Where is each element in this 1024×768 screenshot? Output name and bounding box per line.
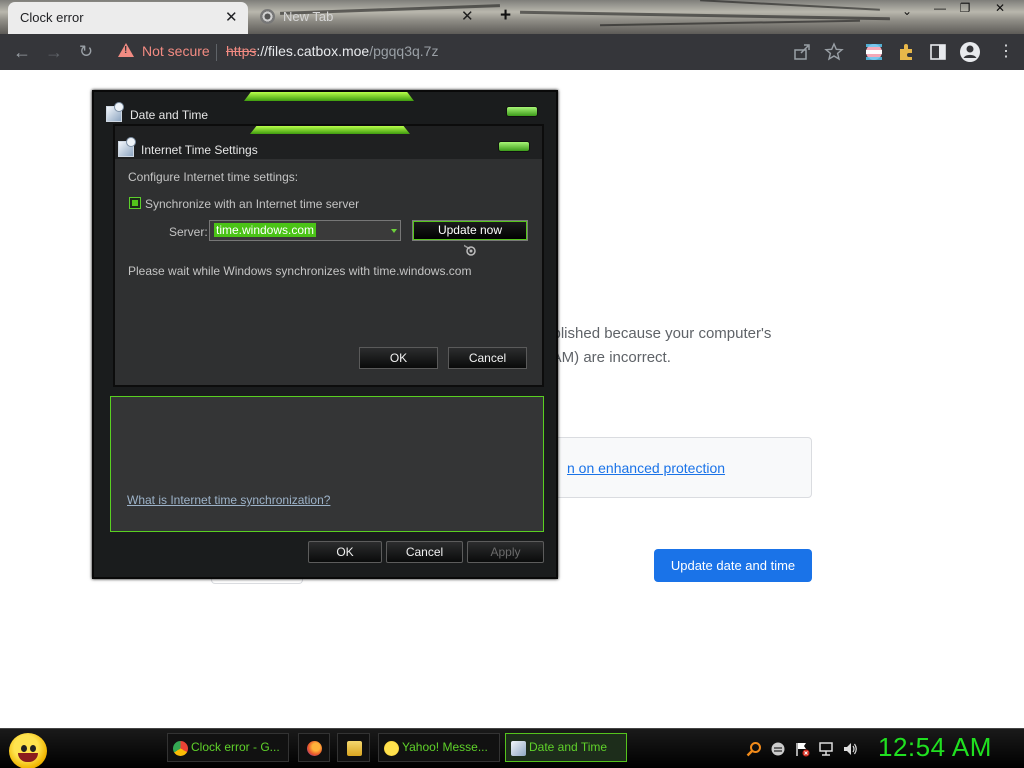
ok-button[interactable]: OK: [359, 347, 438, 369]
folder-icon: [347, 741, 362, 756]
cancel-button[interactable]: Cancel: [386, 541, 463, 563]
url-scheme: https: [226, 43, 257, 59]
tab-title: New Tab: [283, 9, 334, 24]
taskbar-item-chrome[interactable]: Clock error - G...: [167, 733, 289, 762]
divider: [216, 44, 217, 61]
window-close-icon[interactable]: ✕: [988, 1, 1012, 17]
new-tab-plus-icon[interactable]: +: [500, 5, 511, 27]
profile-flag-icon[interactable]: [864, 42, 884, 62]
tab-new-tab[interactable]: New Tab ✕: [252, 4, 488, 32]
enhanced-protection-box: n on enhanced protection: [540, 437, 812, 498]
internet-time-help-link[interactable]: What is Internet time synchronization?: [127, 493, 330, 507]
restore-icon[interactable]: ❐: [953, 1, 977, 17]
clock-calendar-icon: [106, 102, 124, 122]
reload-icon[interactable]: ↻: [75, 41, 97, 63]
error-text-line-2: 5 AM) are incorrect.: [540, 349, 671, 366]
configure-heading: Configure Internet time settings:: [128, 170, 299, 184]
dialog-title: Internet Time Settings: [141, 143, 258, 157]
sync-checkbox-label[interactable]: Synchronize with an Internet time server: [145, 197, 359, 211]
menu-kebab-icon[interactable]: ⋮: [995, 41, 1017, 63]
smiley-eye: [30, 745, 36, 752]
taskbar-item-yahoo-messenger[interactable]: Yahoo! Messe...: [378, 733, 500, 762]
dialog-title: Date and Time: [130, 108, 209, 122]
ok-button[interactable]: OK: [308, 541, 382, 563]
forward-arrow-icon[interactable]: →: [43, 41, 65, 63]
bookmark-star-icon[interactable]: [824, 42, 844, 62]
clock-calendar-icon: [118, 137, 136, 157]
volume-icon[interactable]: [842, 741, 858, 757]
enhanced-protection-link[interactable]: n on enhanced protection: [567, 460, 725, 476]
url-text[interactable]: https://files.catbox.moe/pgqq3q.7z: [226, 43, 438, 59]
tab-clock-error[interactable]: Clock error ✕: [8, 2, 248, 34]
server-value: time.windows.com: [214, 223, 317, 237]
apply-button: Apply: [467, 541, 544, 563]
chrome-favicon-icon: [260, 9, 275, 24]
network-icon[interactable]: [818, 741, 834, 757]
sync-status-message: Please wait while Windows synchronizes w…: [128, 264, 472, 278]
search-icon[interactable]: [746, 741, 762, 757]
chrome-icon: [173, 741, 188, 756]
url-path: /pgqq3q.7z: [369, 43, 439, 59]
taskbar-item-label: Yahoo! Messe...: [402, 740, 488, 754]
extensions-puzzle-icon[interactable]: [896, 42, 916, 62]
dialog-close-icon[interactable]: [506, 106, 538, 117]
update-now-button[interactable]: Update now: [412, 220, 528, 241]
minimize-icon[interactable]: —: [928, 1, 952, 17]
error-text-line-1: tablished because your computer's: [540, 325, 772, 342]
smiley-mouth: [18, 753, 38, 762]
taskbar-clock[interactable]: 12:54 AM: [878, 732, 992, 763]
address-bar[interactable]: Not secure https://files.catbox.moe/pgqq…: [110, 38, 855, 66]
cancel-button[interactable]: Cancel: [448, 347, 527, 369]
tab-strip: Clock error ✕ New Tab ✕ + ⌄ — ❐ ✕: [0, 0, 1024, 34]
sync-checkbox[interactable]: [129, 197, 141, 209]
dialog-close-icon[interactable]: [498, 141, 530, 152]
internet-time-tab-panel: What is Internet time synchronization?: [110, 396, 544, 532]
url-host: ://files.catbox.moe: [256, 43, 370, 59]
taskbar-item-folder[interactable]: [337, 733, 370, 762]
yahoo-messenger-icon: [384, 741, 399, 756]
tab-close-icon[interactable]: ✕: [225, 8, 238, 26]
taskbar-item-label: Date and Time: [529, 740, 608, 754]
firefox-icon: [307, 741, 322, 756]
busy-cursor-icon: [464, 244, 476, 256]
title-accent-bar: [244, 92, 414, 101]
taskbar-item-date-time[interactable]: Date and Time: [505, 733, 627, 762]
taskbar-item-firefox[interactable]: [298, 733, 330, 762]
server-label: Server:: [169, 225, 208, 239]
smiley-eye: [21, 745, 27, 752]
messenger-tray-icon[interactable]: [770, 741, 786, 757]
dialog-body: Configure Internet time settings: Synchr…: [115, 159, 542, 385]
internet-time-settings-dialog: Internet Time Settings Configure Interne…: [113, 124, 544, 387]
action-center-flag-icon[interactable]: [794, 741, 810, 757]
warning-triangle-icon: [118, 43, 134, 57]
tab-search-chevron-icon[interactable]: ⌄: [895, 4, 919, 20]
taskbar: Clock error - G... Yahoo! Messe... Date …: [0, 728, 1024, 768]
side-panel-icon[interactable]: [928, 42, 948, 62]
profile-avatar-icon[interactable]: [959, 41, 981, 63]
back-arrow-icon[interactable]: ←: [11, 41, 33, 63]
server-combobox[interactable]: time.windows.com: [209, 220, 401, 241]
title-accent-bar: [250, 126, 410, 134]
share-icon[interactable]: [792, 42, 812, 62]
update-date-time-button[interactable]: Update date and time: [654, 549, 812, 582]
security-status[interactable]: Not secure: [142, 43, 210, 59]
start-smiley-button[interactable]: [9, 733, 47, 768]
tab-title: Clock error: [20, 10, 84, 25]
taskbar-item-label: Clock error - G...: [191, 740, 280, 754]
date-time-icon: [511, 741, 526, 756]
browser-toolbar: ← → ↻ Not secure https://files.catbox.mo…: [0, 34, 1024, 70]
tab-close-icon[interactable]: ✕: [461, 7, 474, 25]
dropdown-arrow-icon[interactable]: [391, 229, 397, 233]
screen: Clock error ✕ New Tab ✕ + ⌄ — ❐ ✕ ← → ↻ …: [0, 0, 1024, 768]
